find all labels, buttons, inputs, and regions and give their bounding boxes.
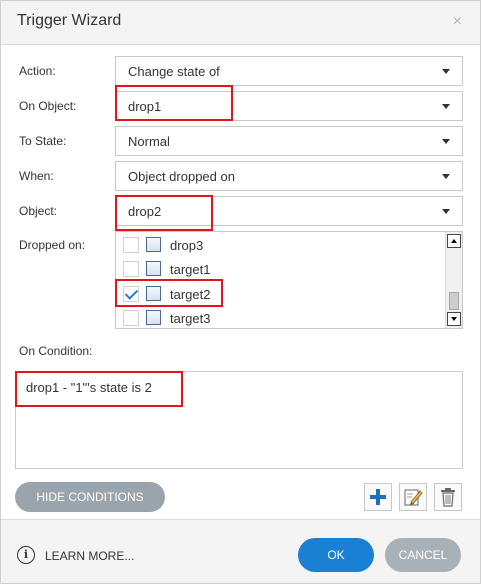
- trash-icon: [441, 488, 455, 507]
- learn-more-link[interactable]: LEARN MORE...: [45, 549, 134, 563]
- chevron-down-icon: [442, 69, 450, 74]
- object-icon: [146, 310, 161, 325]
- list-item-label: drop3: [170, 238, 204, 253]
- action-select[interactable]: Change state of: [115, 56, 463, 86]
- list-item-label: target3: [170, 311, 211, 326]
- when-value: Object dropped on: [128, 169, 235, 184]
- trigger-wizard-dialog: Trigger Wizard × Action: Change state of…: [0, 0, 481, 584]
- when-label: When:: [19, 169, 54, 183]
- to-state-value: Normal: [128, 134, 170, 149]
- on-object-label: On Object:: [19, 99, 77, 113]
- on-condition-label: On Condition:: [19, 344, 93, 358]
- list-item-label: target2: [170, 287, 211, 302]
- hide-conditions-button[interactable]: HIDE CONDITIONS: [15, 482, 165, 512]
- close-icon[interactable]: ×: [453, 13, 462, 31]
- add-condition-button[interactable]: [364, 483, 392, 511]
- list-item[interactable]: drop3: [116, 233, 446, 257]
- dialog-footer: i LEARN MORE... OK CANCEL: [1, 519, 480, 583]
- to-state-label: To State:: [19, 134, 67, 148]
- list-item[interactable]: target3: [116, 306, 446, 328]
- dialog-title: Trigger Wizard: [17, 12, 122, 29]
- dropped-on-label: Dropped on:: [19, 238, 86, 252]
- checkbox-checked[interactable]: [123, 286, 139, 302]
- delete-condition-button[interactable]: [434, 483, 462, 511]
- checkbox[interactable]: [123, 237, 139, 253]
- dialog-titlebar: Trigger Wizard ×: [1, 1, 480, 45]
- info-icon[interactable]: i: [17, 546, 35, 564]
- cancel-button[interactable]: CANCEL: [385, 538, 461, 572]
- object-select[interactable]: drop2: [115, 196, 463, 226]
- action-value: Change state of: [128, 64, 220, 79]
- checkbox[interactable]: [123, 310, 139, 326]
- scroll-up-icon[interactable]: [447, 234, 461, 248]
- edit-condition-button[interactable]: [399, 483, 427, 511]
- object-icon: [146, 237, 161, 252]
- ok-button[interactable]: OK: [298, 538, 374, 572]
- condition-list: drop1 - "1"'s state is 2: [15, 371, 463, 469]
- object-icon: [146, 286, 161, 301]
- on-object-select[interactable]: drop1: [115, 91, 463, 121]
- object-value: drop2: [128, 204, 162, 219]
- edit-icon: [404, 489, 423, 506]
- list-item[interactable]: target1: [116, 257, 446, 281]
- scrollbar[interactable]: [445, 232, 462, 328]
- scroll-down-icon[interactable]: [447, 312, 461, 326]
- action-label: Action:: [19, 64, 56, 78]
- chevron-down-icon: [442, 139, 450, 144]
- list-item-label: target1: [170, 262, 211, 277]
- chevron-down-icon: [442, 174, 450, 179]
- on-object-value: drop1: [128, 99, 162, 114]
- dropped-on-list: drop3 target1 target2 target3: [115, 231, 463, 329]
- to-state-select[interactable]: Normal: [115, 126, 463, 156]
- checkbox[interactable]: [123, 261, 139, 277]
- scrollbar-thumb[interactable]: [449, 292, 459, 310]
- chevron-down-icon: [442, 209, 450, 214]
- when-select[interactable]: Object dropped on: [115, 161, 463, 191]
- condition-item[interactable]: drop1 - "1"'s state is 2: [26, 380, 152, 395]
- list-item[interactable]: target2: [116, 282, 446, 306]
- object-icon: [146, 261, 161, 276]
- chevron-down-icon: [442, 104, 450, 109]
- object-label: Object:: [19, 204, 58, 218]
